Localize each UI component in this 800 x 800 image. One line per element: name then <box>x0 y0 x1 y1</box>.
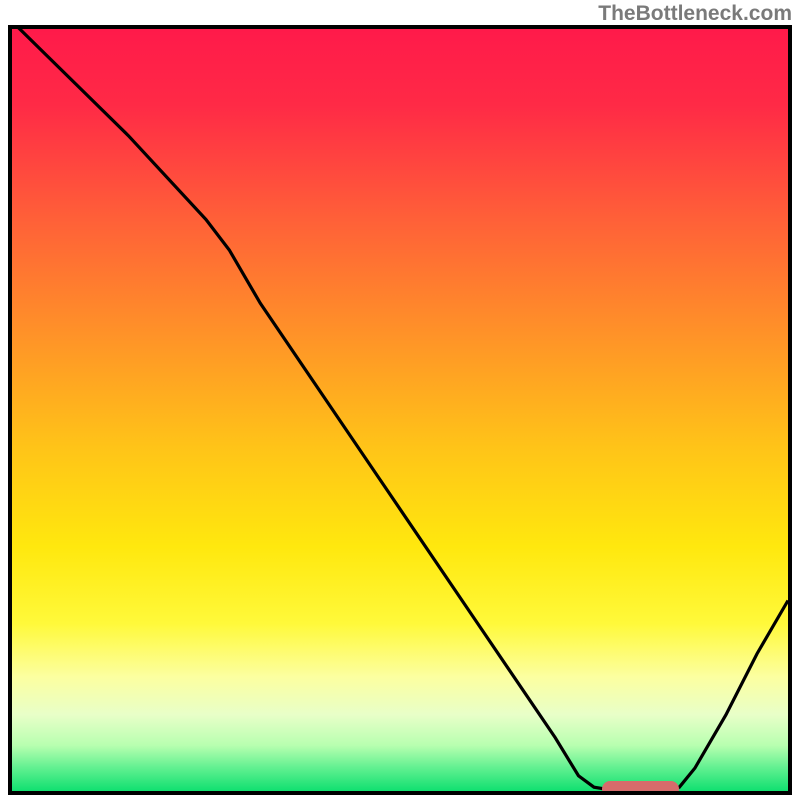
optimal-range-marker <box>602 781 680 795</box>
watermark-text: TheBottleneck.com <box>598 2 792 26</box>
bottleneck-curve <box>12 29 788 791</box>
bottleneck-chart <box>8 25 792 795</box>
